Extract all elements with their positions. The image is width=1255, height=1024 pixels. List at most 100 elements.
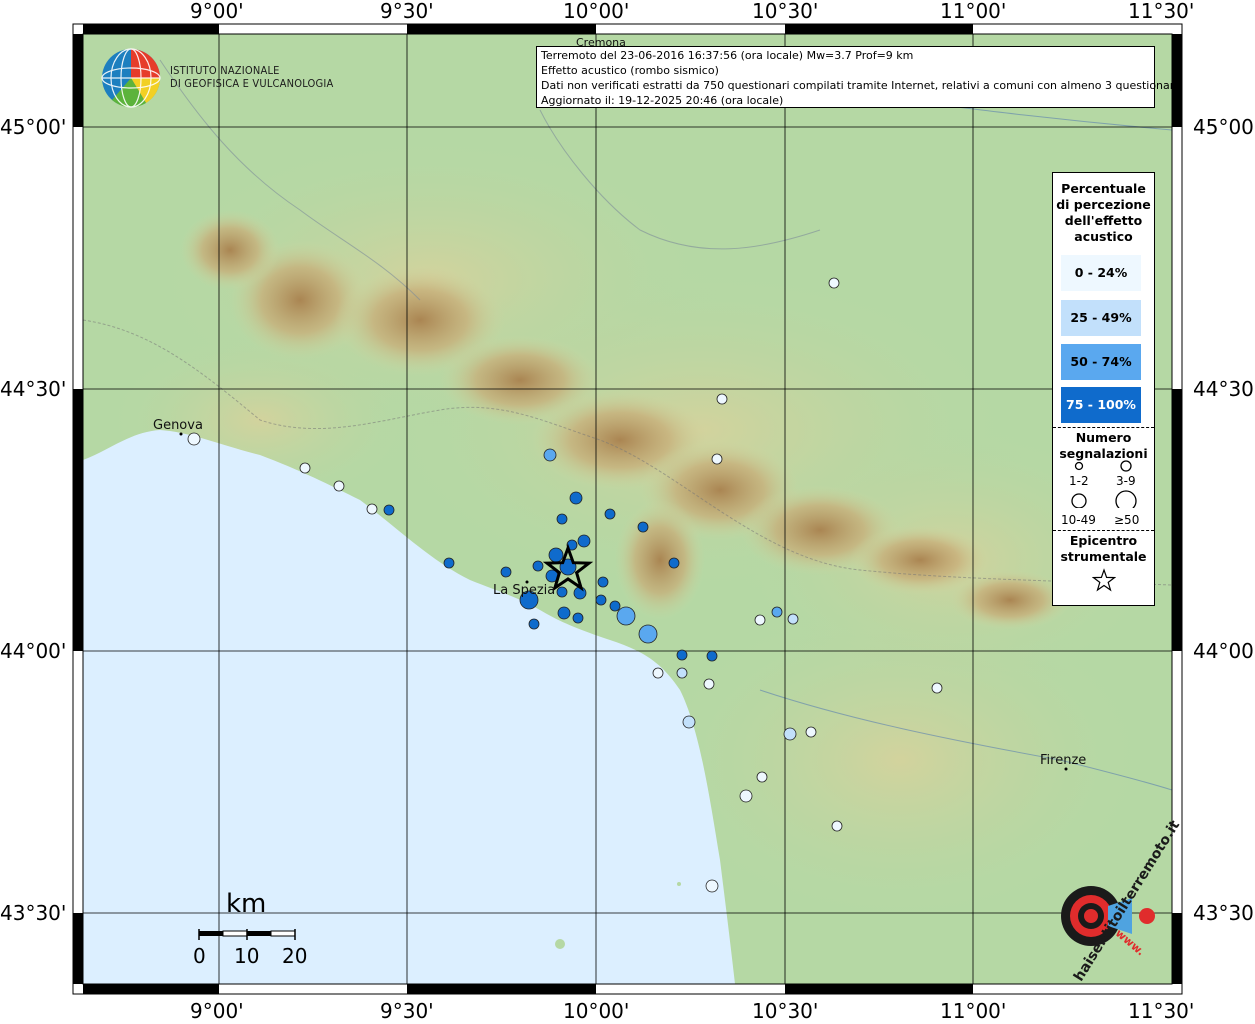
size-symbol-50	[1115, 490, 1137, 508]
point-municipality	[543, 448, 557, 462]
point-municipality	[609, 600, 621, 612]
legend-class-25-49: 25 - 49%	[1061, 300, 1141, 336]
point-municipality	[783, 727, 797, 741]
lat-label-left: 44°30'	[0, 377, 67, 401]
lon-label-top: 11°00'	[940, 0, 1007, 23]
point-municipality	[676, 649, 688, 661]
point-municipality	[831, 820, 843, 832]
legend-title-line: acustico	[1074, 229, 1133, 244]
lon-label-bottom: 9°00'	[190, 999, 244, 1023]
city-label: Genova	[153, 418, 203, 433]
point-municipality	[682, 715, 696, 729]
point-municipality	[706, 650, 718, 662]
legend-title-line: Percentuale	[1061, 181, 1146, 196]
logo-line: DI GEOFISICA E VULCANOLOGIA	[170, 77, 334, 90]
point-municipality	[739, 789, 753, 803]
point-municipality	[705, 879, 719, 893]
legend-class-50-74: 50 - 74%	[1061, 344, 1141, 380]
point-municipality	[604, 508, 616, 520]
event-title: Terremoto del 23-06-2016 16:37:56 (ora l…	[541, 49, 914, 62]
point-municipality	[557, 606, 571, 620]
legend-title-line: di percezione	[1056, 197, 1151, 212]
point-municipality	[187, 432, 201, 446]
point-municipality	[333, 480, 345, 492]
point-municipality	[668, 557, 680, 569]
point-municipality	[676, 667, 688, 679]
event-info-box: Terremoto del 23-06-2016 16:37:56 (ora l…	[536, 46, 1181, 108]
lat-label-right: 44°00'	[1193, 639, 1255, 663]
legend-count-label: 10-49	[1061, 513, 1096, 527]
point-municipality	[931, 682, 943, 694]
ingv-logo-text: ISTITUTO NAZIONALE DI GEOFISICA E VULCAN…	[170, 64, 333, 90]
size-symbol-1-2	[1074, 461, 1084, 471]
point-municipality	[569, 491, 583, 505]
logo-line: ISTITUTO NAZIONALE	[170, 64, 280, 77]
lon-label-top: 11°30'	[1128, 0, 1195, 23]
point-municipality	[637, 521, 649, 533]
lon-label-bottom: 9°30'	[380, 999, 434, 1023]
legend-divider	[1053, 530, 1154, 531]
point-municipality	[805, 726, 817, 738]
point-municipality	[597, 576, 609, 588]
lat-label-left: 44°00'	[0, 639, 67, 663]
terrain-layer	[83, 34, 1172, 984]
point-municipality	[828, 277, 840, 289]
legend-epicenter-line: Epicentro	[1069, 533, 1138, 548]
legend-divider	[1053, 427, 1154, 428]
point-municipality	[638, 624, 658, 644]
point-municipality	[528, 618, 540, 630]
point-municipality	[556, 513, 568, 525]
legend-title-line: dell'effetto	[1064, 213, 1143, 228]
point-municipality	[703, 678, 715, 690]
point-municipality	[366, 503, 378, 515]
city-label: La Spezia	[493, 583, 556, 598]
point-municipality	[572, 612, 584, 624]
point-municipality	[383, 504, 395, 516]
legend-panel: Percentuale di percezione dell'effetto a…	[1052, 172, 1155, 606]
size-symbol-3-9	[1120, 460, 1132, 472]
legend-class-0-24: 0 - 24%	[1061, 255, 1141, 291]
ingv-globe-icon	[101, 48, 161, 108]
size-symbol-10-49	[1071, 493, 1087, 508]
scale-unit: km	[226, 889, 267, 919]
legend-count-label: 1-2	[1069, 474, 1089, 488]
scale-label: 0	[193, 944, 206, 968]
legend-count-label: 3-9	[1116, 474, 1136, 488]
legend-count-label: ≥50	[1114, 513, 1140, 527]
point-municipality	[716, 393, 728, 405]
lon-label-bottom: 11°00'	[940, 999, 1007, 1023]
point-municipality	[577, 534, 591, 548]
lon-label-top: 10°30'	[752, 0, 819, 23]
point-municipality	[548, 547, 564, 563]
lon-label-bottom: 11°30'	[1128, 999, 1195, 1023]
point-municipality	[595, 594, 607, 606]
star-icon	[1092, 568, 1116, 592]
update-time: Aggiornato il: 19-12-2025 20:46 (ora loc…	[541, 94, 784, 107]
lat-label-right: 44°30'	[1193, 377, 1255, 401]
lon-label-bottom: 10°30'	[752, 999, 819, 1023]
legend-epicenter-title: Epicentro strumentale	[1053, 533, 1154, 565]
city-label: Firenze	[1040, 753, 1087, 768]
point-municipality	[556, 586, 568, 598]
point-municipality	[754, 614, 766, 626]
legend-title: Percentuale di percezione dell'effetto a…	[1053, 181, 1154, 245]
point-municipality	[443, 557, 455, 569]
legend-class-75-100: 75 - 100%	[1061, 387, 1141, 423]
map-subject: Effetto acustico (rombo sismico)	[541, 64, 719, 77]
point-municipality	[787, 613, 799, 625]
point-municipality	[500, 566, 512, 578]
point-municipality	[532, 560, 544, 572]
scale-label: 20	[282, 944, 308, 968]
point-municipality	[616, 606, 636, 626]
lon-label-top: 9°00'	[190, 0, 244, 23]
lon-label-top: 10°00'	[563, 0, 630, 23]
legend-epicenter-line: strumentale	[1060, 549, 1147, 564]
point-municipality	[771, 606, 783, 618]
point-municipality	[756, 771, 768, 783]
lon-label-bottom: 10°00'	[563, 999, 630, 1023]
lat-label-left: 45°00'	[0, 115, 67, 139]
lat-label-right: 43°30'	[1193, 901, 1255, 925]
lon-label-top: 9°30'	[380, 0, 434, 23]
legend-count-title-line: Numero	[1075, 430, 1132, 445]
scale-label: 10	[234, 944, 260, 968]
